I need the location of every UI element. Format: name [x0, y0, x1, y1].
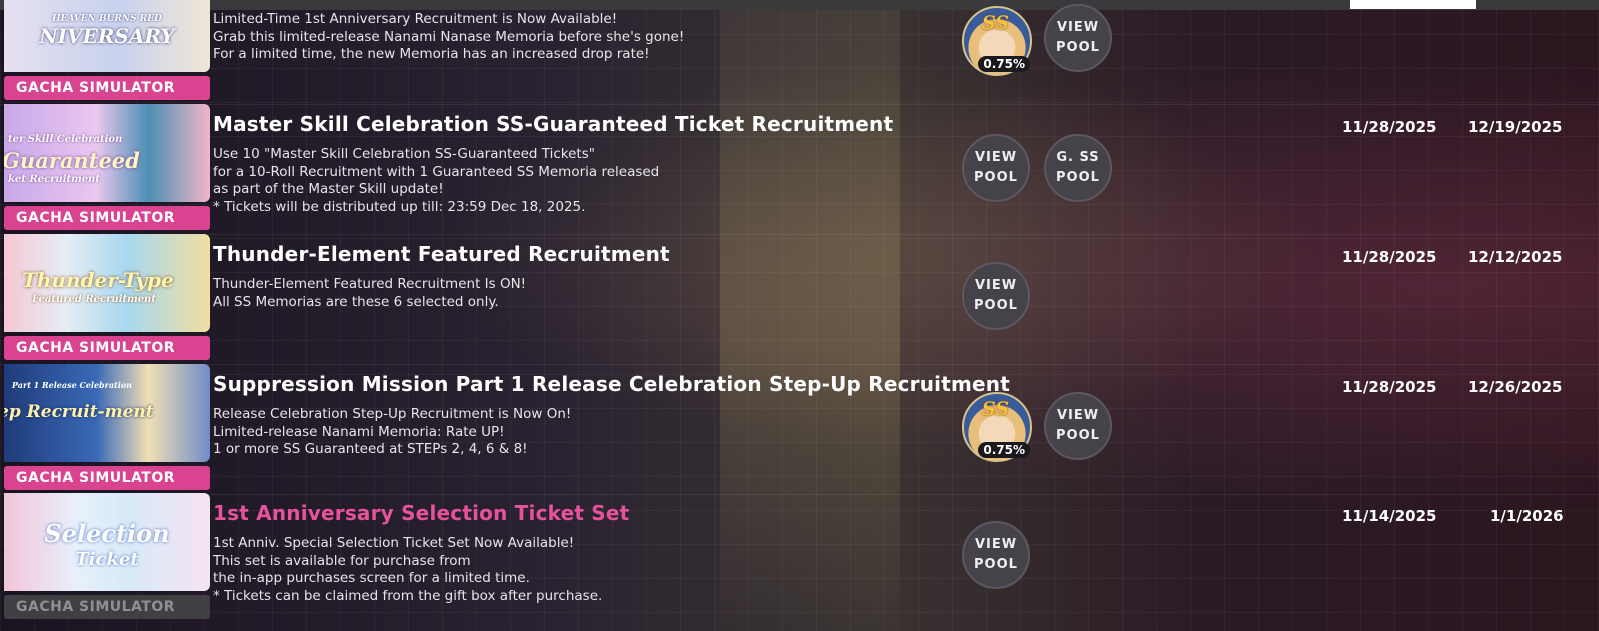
banner-image[interactable]: Thunder-Type Featured Recruitment	[4, 234, 210, 332]
start-date: 11/28/2025	[1342, 118, 1437, 136]
description-line: the in-app purchases screen for a limite…	[213, 570, 530, 586]
banner-image[interactable]: HEAVEN BURNS RED NIVERSARY	[4, 0, 210, 72]
guaranteed-ss-pool-button[interactable]: G. SS POOL	[1044, 134, 1112, 202]
ss-rank-icon: SS	[982, 12, 1010, 34]
description-line: For a limited time, the new Memoria has …	[213, 46, 650, 62]
description: 1st Anniv. Special Selection Ticket Set …	[213, 535, 602, 605]
recruitment-row: HEAVEN BURNS RED NIVERSARY Limited-Time …	[0, 0, 1599, 105]
recruitment-title: Suppression Mission Part 1 Release Celeb…	[213, 372, 1010, 396]
description-line: 1st Anniv. Special Selection Ticket Set …	[213, 535, 575, 551]
view-pool-button[interactable]: VIEW POOL	[1044, 4, 1112, 72]
start-date: 11/28/2025	[1342, 248, 1437, 266]
start-date: 11/14/2025	[1342, 507, 1437, 525]
description-line: 1 or more SS Guaranteed at STEPs 2, 4, 6…	[213, 441, 528, 457]
gacha-simulator-button[interactable]: GACHA SIMULATOR	[4, 206, 210, 230]
banner-title-text: NIVERSARY	[39, 24, 175, 48]
banner-top-text: ter Skill Celebration	[8, 134, 123, 145]
recruitment-title: Master Skill Celebration SS-Guaranteed T…	[213, 112, 894, 136]
recruitment-title: 1st Anniversary Selection Ticket Set	[213, 501, 630, 525]
gacha-simulator-button[interactable]: GACHA SIMULATOR	[4, 76, 210, 100]
rate-up-memoria[interactable]: SS 0.75%	[962, 6, 1032, 76]
guaranteed-ss-pool-label: G. SS POOL	[1056, 150, 1100, 185]
end-date: 1/1/2026	[1490, 507, 1564, 525]
description: Use 10 "Master Skill Celebration SS-Guar…	[213, 146, 659, 216]
view-pool-label: VIEW POOL	[1056, 20, 1100, 55]
view-pool-label: VIEW POOL	[974, 537, 1018, 572]
ss-rank-icon: SS	[982, 398, 1010, 420]
gacha-simulator-button[interactable]: GACHA SIMULATOR	[4, 336, 210, 360]
banner-title-text: Selection	[44, 519, 170, 548]
view-pool-label: VIEW POOL	[974, 150, 1018, 185]
start-date: 11/28/2025	[1342, 378, 1437, 396]
view-pool-button[interactable]: VIEW POOL	[1044, 392, 1112, 460]
description: Thunder-Element Featured Recruitment Is …	[213, 276, 526, 311]
description-line: Limited-Time 1st Anniversary Recruitment…	[213, 11, 618, 27]
description-line: for a 10-Roll Recruitment with 1 Guarant…	[213, 163, 660, 180]
banner-image[interactable]: Selection Ticket	[4, 493, 210, 591]
banner-title-text: Thunder-Type	[22, 268, 174, 292]
recruitment-title: Thunder-Element Featured Recruitment	[213, 242, 670, 266]
description-line: * Tickets can be claimed from the gift b…	[213, 587, 603, 604]
description-line: * Tickets will be distributed up till: 2…	[213, 198, 586, 215]
gacha-simulator-button[interactable]: GACHA SIMULATOR	[4, 595, 210, 619]
description: Release Celebration Step-Up Recruitment …	[213, 406, 571, 459]
banner-title-text: ep Recruit-ment	[4, 402, 154, 422]
recruitment-row: Part 1 Release Celebration ep Recruit-me…	[0, 364, 1599, 495]
description: Limited-Time 1st Anniversary Recruitment…	[213, 11, 684, 64]
gacha-simulator-button[interactable]: GACHA SIMULATOR	[4, 466, 210, 490]
description-line: Grab this limited-release Nanami Nanase …	[213, 28, 685, 45]
rate-up-memoria[interactable]: SS 0.75%	[962, 392, 1032, 462]
banner-top-text: HEAVEN BURNS RED	[52, 14, 162, 24]
banner-sub-text: Featured Recruitment	[32, 294, 156, 305]
description-line: as part of the Master Skill update!	[213, 181, 444, 197]
rate-badge: 0.75%	[978, 442, 1030, 458]
recruitment-row: Selection Ticket 1st Anniversary Selecti…	[0, 493, 1599, 623]
end-date: 12/26/2025	[1468, 378, 1563, 396]
banner-image[interactable]: Part 1 Release Celebration ep Recruit-me…	[4, 364, 210, 462]
view-pool-label: VIEW POOL	[1056, 408, 1100, 443]
recruitment-row: Thunder-Type Featured Recruitment Thunde…	[0, 234, 1599, 365]
end-date: 12/12/2025	[1468, 248, 1563, 266]
description-line: Limited-release Nanami Memoria: Rate UP!	[213, 423, 505, 440]
banner-title-text: Guaranteed	[4, 148, 140, 173]
recruitment-row: ter Skill Celebration Guaranteed ket Rec…	[0, 104, 1599, 235]
description-line: Use 10 "Master Skill Celebration SS-Guar…	[213, 146, 595, 162]
description-line: Thunder-Element Featured Recruitment Is …	[213, 276, 527, 292]
banner-image[interactable]: ter Skill Celebration Guaranteed ket Rec…	[4, 104, 210, 202]
view-pool-button[interactable]: VIEW POOL	[962, 262, 1030, 330]
end-date: 12/19/2025	[1468, 118, 1563, 136]
rate-badge: 0.75%	[978, 56, 1030, 72]
banner-sub-text: ket Recruitment	[8, 174, 100, 185]
banner-top-text: Part 1 Release Celebration	[12, 380, 132, 390]
description-line: This set is available for purchase from	[213, 552, 471, 569]
banner-sub-text: Ticket	[75, 549, 139, 570]
description-line: All SS Memorias are these 6 selected onl…	[213, 293, 499, 310]
description-line: Release Celebration Step-Up Recruitment …	[213, 406, 572, 422]
view-pool-button[interactable]: VIEW POOL	[962, 521, 1030, 589]
view-pool-label: VIEW POOL	[974, 278, 1018, 313]
view-pool-button[interactable]: VIEW POOL	[962, 134, 1030, 202]
